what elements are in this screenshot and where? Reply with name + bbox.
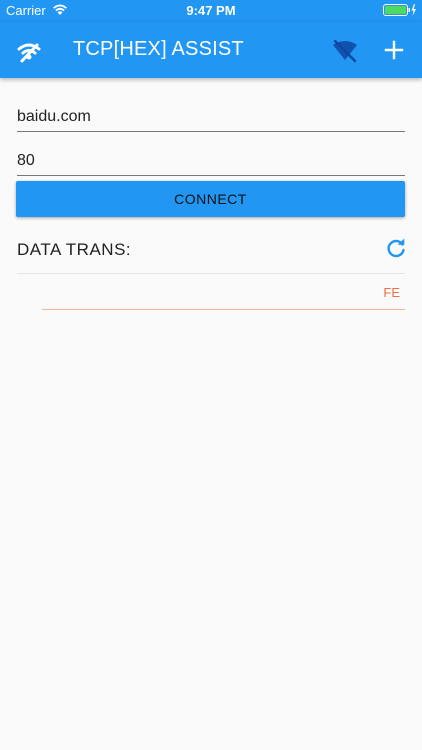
status-bar: Carrier 9:47 PM <box>0 0 422 22</box>
data-trans-title: DATA TRANS: <box>17 240 132 259</box>
port-input[interactable] <box>17 151 405 171</box>
host-input[interactable] <box>17 107 405 127</box>
refresh-icon[interactable] <box>385 238 407 260</box>
clock: 9:47 PM <box>186 3 236 18</box>
battery-charging-icon <box>383 4 417 20</box>
add-icon[interactable] <box>380 36 408 64</box>
wifi-tethering-icon[interactable] <box>16 38 42 64</box>
app-bar: TCP[HEX] ASSIST <box>0 22 422 78</box>
connect-button[interactable]: CONNECT <box>16 181 405 217</box>
host-field[interactable] <box>17 87 405 132</box>
list-item[interactable]: FE <box>42 274 405 310</box>
data-value: FE <box>383 285 400 300</box>
wifi-off-icon[interactable] <box>332 38 358 64</box>
port-field[interactable] <box>17 131 405 176</box>
page-title: TCP[HEX] ASSIST <box>73 38 244 60</box>
